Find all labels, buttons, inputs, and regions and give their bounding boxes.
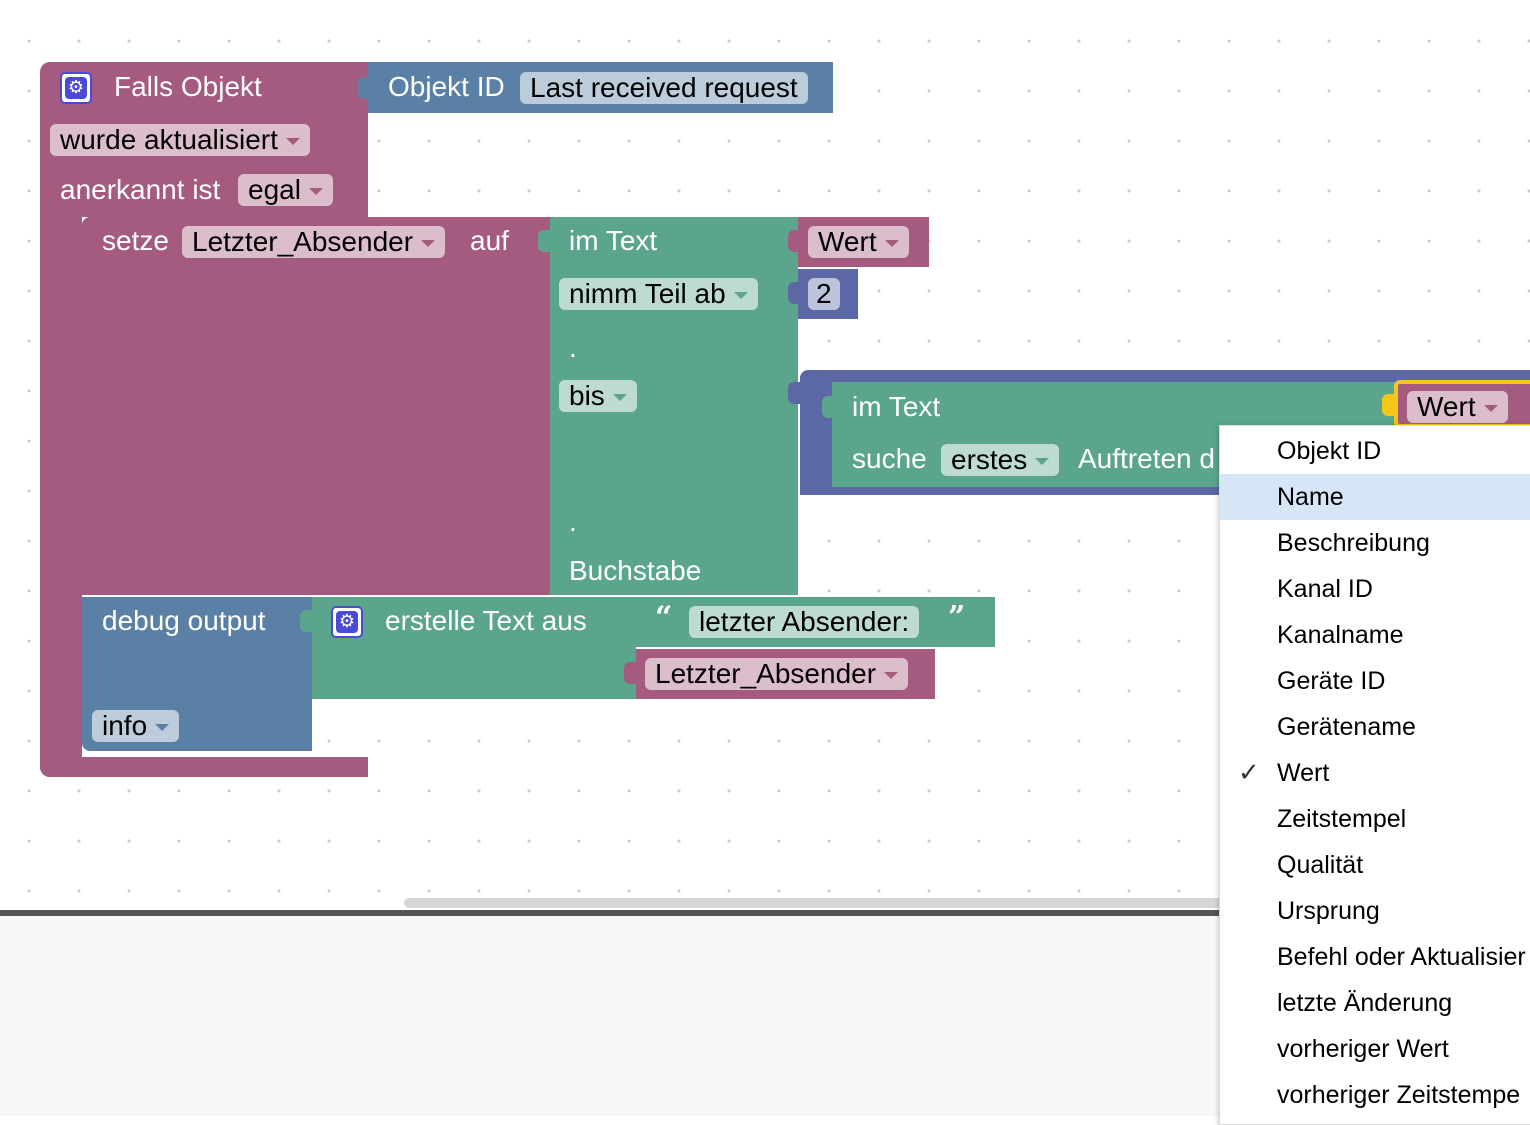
dropdown-item[interactable]: vorheriger Wert [1220, 1026, 1530, 1072]
dropdown-item[interactable]: Beschreibung [1220, 520, 1530, 566]
debug-level: info [102, 710, 148, 741]
dropdown-item-label: Gerätename [1277, 713, 1416, 741]
dropdown-item-label: Beschreibung [1277, 529, 1430, 557]
dropdown-item[interactable]: letzte Änderung [1220, 980, 1530, 1026]
dropdown-item[interactable]: Zeitstempel [1220, 796, 1530, 842]
dropdown-item-label: Objekt ID [1277, 437, 1382, 465]
dropdown-item-label: Geräte ID [1277, 667, 1386, 695]
chevron-down-icon [1035, 458, 1050, 466]
chevron-down-icon [155, 724, 170, 732]
dropdown-item[interactable]: Gerätename [1220, 704, 1530, 750]
substring-mode: nimm Teil ab [569, 278, 726, 309]
trigger-dropdown[interactable]: wurde aktualisiert [50, 124, 310, 156]
substring-mode-dropdown[interactable]: nimm Teil ab [559, 278, 758, 310]
ack-label: anerkannt ist [60, 174, 221, 205]
dropdown-item[interactable]: Qualität [1220, 842, 1530, 888]
debug-label: debug output [102, 605, 266, 636]
dropdown-item-label: Wert [1277, 759, 1330, 787]
dropdown-item[interactable]: Ursprung [1220, 888, 1530, 934]
indexof-which-dropdown[interactable]: erstes [941, 444, 1060, 476]
dropdown-item-label: vorheriger Wert [1277, 1035, 1449, 1063]
ack-dropdown[interactable]: egal [238, 174, 333, 206]
event-title: Falls Objekt [114, 71, 262, 102]
set-variable-block[interactable] [82, 217, 550, 595]
puzzle-connector [788, 282, 800, 304]
indexof-occurrence-label: Auftreten d [1078, 443, 1215, 474]
dropdown-item[interactable]: Befehl oder Aktualisier [1220, 934, 1530, 980]
gear-icon[interactable]: ⚙ [331, 606, 363, 638]
chevron-down-icon [884, 672, 899, 680]
number-field[interactable]: 2 [808, 278, 840, 310]
dropdown-item[interactable]: Kanal ID [1220, 566, 1530, 612]
puzzle-connector [538, 230, 550, 252]
dropdown-item-label: Name [1277, 483, 1344, 511]
join-label: erstelle Text aus [385, 605, 587, 636]
selected-wert-dropdown[interactable]: Wert [1407, 391, 1508, 423]
chevron-down-icon [421, 240, 436, 248]
dropdown-item[interactable]: ✓ Wert [1220, 750, 1530, 796]
puzzle-connector [624, 610, 636, 632]
dropdown-item-label: Zeitstempel [1277, 805, 1407, 833]
dropdown-item-label: letzte Änderung [1277, 989, 1453, 1017]
dropdown-item-label: Befehl oder Aktualisier [1277, 943, 1526, 971]
set-variable-name: Letzter_Absender [192, 226, 414, 257]
dropdown-item[interactable]: vorheriger Zeitstempe [1220, 1072, 1530, 1118]
variable-get-dropdown[interactable]: Letzter_Absender [645, 658, 909, 690]
event-block-footer [40, 757, 368, 777]
set-variable-dropdown[interactable]: Letzter_Absender [182, 226, 446, 258]
close-quote-icon: ” [948, 600, 966, 635]
dropdown-item-label: Qualität [1277, 851, 1364, 879]
set-label: setze [102, 225, 169, 256]
selected-wert-value: Wert [1417, 391, 1476, 422]
debug-level-dropdown[interactable]: info [92, 710, 180, 742]
chevron-down-icon [285, 138, 300, 146]
dropdown-item[interactable]: Name [1220, 474, 1530, 520]
puzzle-connector [822, 396, 834, 418]
indexof-which: erstes [951, 444, 1028, 475]
puzzle-connector [624, 662, 636, 684]
substring-dot-2: . [569, 506, 577, 537]
text-literal-field[interactable]: letzter Absender: [689, 606, 920, 638]
substring-in-text-label: im Text [569, 225, 658, 256]
dropdown-item[interactable]: Geräte ID [1220, 658, 1530, 704]
puzzle-connector [300, 610, 312, 632]
open-quote-icon: “ [655, 600, 673, 635]
dropdown-item-label: Ursprung [1277, 897, 1380, 925]
dropdown-item[interactable]: Kanalname [1220, 612, 1530, 658]
wert-value: Wert [818, 226, 877, 257]
dropdown-item-label: vorheriger Zeitstempe [1277, 1081, 1521, 1109]
ack-value: egal [248, 174, 301, 205]
trigger-value: wurde aktualisiert [60, 124, 278, 155]
indexof-find-label: suche [852, 443, 927, 474]
to-label: auf [470, 225, 509, 256]
puzzle-connector [788, 230, 800, 252]
chevron-down-icon [1483, 405, 1498, 413]
horizontal-scrollbar[interactable] [404, 898, 1224, 908]
chevron-down-icon [733, 292, 748, 300]
chevron-down-icon [612, 394, 627, 402]
object-id-field[interactable]: Last received request [520, 72, 808, 104]
check-icon: ✓ [1238, 758, 1260, 788]
puzzle-connector [358, 77, 370, 99]
puzzle-connector [1382, 394, 1394, 416]
indexof-in-text-label: im Text [852, 391, 941, 422]
chevron-down-icon [308, 188, 323, 196]
variable-get-name: Letzter_Absender [655, 658, 877, 689]
substring-dot-1: . [569, 332, 577, 363]
dropdown-item-label: Kanal ID [1277, 575, 1373, 603]
wert-dropdown[interactable]: Wert [808, 226, 909, 258]
dropdown-item-label: Kanalname [1277, 621, 1404, 649]
substring-to-dropdown[interactable]: bis [559, 380, 637, 412]
substring-suffix: Buchstabe [569, 555, 702, 586]
dropdown-item[interactable]: Objekt ID [1220, 428, 1530, 474]
gear-icon[interactable]: ⚙ [60, 72, 92, 104]
chevron-down-icon [884, 240, 899, 248]
attribute-dropdown-menu[interactable]: Objekt ID Name Beschreibung Kanal ID Kanalna… [1219, 425, 1530, 1125]
puzzle-connector [788, 382, 800, 404]
object-id-label: Objekt ID [388, 71, 505, 102]
substring-to-mode: bis [569, 380, 605, 411]
event-block-spine [40, 215, 82, 777]
